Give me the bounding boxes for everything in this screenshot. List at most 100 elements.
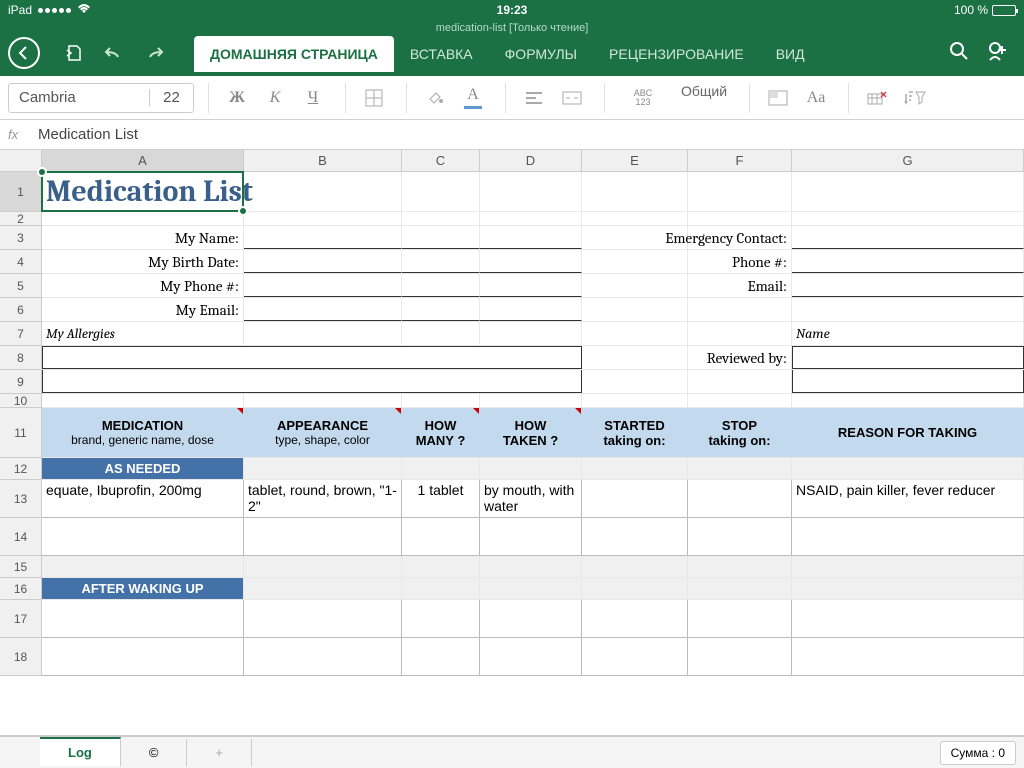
col-header-b[interactable]: B — [244, 150, 402, 171]
number-format-label[interactable]: Общий — [673, 83, 735, 113]
italic-button[interactable]: К — [257, 83, 293, 113]
tab-view[interactable]: ВИД — [760, 36, 821, 72]
sheet-tab-copyright[interactable]: © — [121, 739, 188, 766]
number-format-icon[interactable]: ABC123 — [615, 83, 671, 113]
col-header-c[interactable]: C — [402, 150, 480, 171]
th-howtaken[interactable]: HOWTAKEN ? — [480, 408, 582, 457]
cell-reason[interactable]: NSAID, pain killer, fever reducer — [792, 480, 1024, 517]
label-reviewed[interactable]: Reviewed by: — [688, 346, 792, 369]
row-header-10[interactable]: 10 — [0, 394, 42, 408]
cell-taken[interactable]: by mouth, with water — [480, 480, 582, 517]
th-reason[interactable]: REASON FOR TAKING — [792, 408, 1024, 457]
borders-button[interactable] — [356, 83, 392, 113]
label-emergency[interactable]: Emergency Contact: — [688, 226, 792, 249]
align-button[interactable] — [516, 83, 552, 113]
label-birth[interactable]: My Birth Date: — [42, 250, 244, 273]
row-header-15[interactable]: 15 — [0, 556, 42, 578]
cell-a1[interactable]: Medication List — [42, 172, 244, 211]
col-header-d[interactable]: D — [480, 150, 582, 171]
cell-g1[interactable] — [792, 172, 1024, 211]
underline-button[interactable]: Ч — [295, 83, 331, 113]
row-header-18[interactable]: 18 — [0, 638, 42, 676]
cell-f1[interactable] — [688, 172, 792, 211]
comment-indicator-icon — [237, 408, 243, 414]
label-phone[interactable]: My Phone #: — [42, 274, 244, 297]
file-icon[interactable] — [60, 39, 88, 67]
back-button[interactable] — [8, 37, 40, 69]
font-name[interactable]: Cambria — [9, 89, 149, 106]
sum-display[interactable]: Сумма : 0 — [940, 741, 1016, 765]
row-header-6[interactable]: 6 — [0, 298, 42, 322]
cell-many[interactable]: 1 tablet — [402, 480, 480, 517]
th-appearance[interactable]: APPEARANCEtype, shape, color — [244, 408, 402, 457]
bold-button[interactable]: Ж — [219, 83, 255, 113]
fx-label: fx — [8, 127, 38, 142]
cell-c1[interactable] — [402, 172, 480, 211]
row-header-11[interactable]: 11 — [0, 408, 42, 458]
th-howmany[interactable]: HOWMANY ? — [402, 408, 480, 457]
col-header-a[interactable]: A — [42, 150, 244, 171]
cell-app[interactable]: tablet, round, brown, "1-2" — [244, 480, 402, 517]
undo-button[interactable] — [100, 39, 128, 67]
select-all-corner[interactable] — [0, 150, 42, 171]
formula-bar[interactable]: fx Medication List — [0, 120, 1024, 150]
th-started[interactable]: STARTEDtaking on: — [582, 408, 688, 457]
insert-delete-button[interactable] — [859, 83, 895, 113]
tab-formulas[interactable]: ФОРМУЛЫ — [489, 36, 593, 72]
comment-indicator-icon — [473, 408, 479, 414]
device-label: iPad — [8, 3, 32, 17]
row-header-13[interactable]: 13 — [0, 480, 42, 518]
cell-e1[interactable] — [582, 172, 688, 211]
cell-d1[interactable] — [480, 172, 582, 211]
row-header-7[interactable]: 7 — [0, 322, 42, 346]
redo-button[interactable] — [140, 39, 168, 67]
sheet-tab-log[interactable]: Log — [40, 737, 121, 766]
label-email[interactable]: My Email: — [42, 298, 244, 321]
label-eemail[interactable]: Email: — [688, 274, 792, 297]
share-icon[interactable] — [986, 40, 1008, 67]
col-header-e[interactable]: E — [582, 150, 688, 171]
comment-indicator-icon — [575, 408, 581, 414]
tab-home[interactable]: ДОМАШНЯЯ СТРАНИЦА — [194, 36, 394, 72]
row-header-16[interactable]: 16 — [0, 578, 42, 600]
sort-filter-button[interactable] — [897, 83, 933, 113]
add-sheet-button[interactable]: + — [187, 739, 252, 766]
row-header-1[interactable]: 1 — [0, 172, 42, 212]
search-icon[interactable] — [948, 40, 970, 67]
label-name[interactable]: My Name: — [42, 226, 244, 249]
row-header-12[interactable]: 12 — [0, 458, 42, 480]
ribbon-tabs: ДОМАШНЯЯ СТРАНИЦА ВСТАВКА ФОРМУЛЫ РЕЦЕНЗ… — [194, 36, 821, 72]
row-header-14[interactable]: 14 — [0, 518, 42, 556]
font-selector[interactable]: Cambria 22 — [8, 83, 194, 113]
font-size[interactable]: 22 — [149, 89, 193, 106]
tab-review[interactable]: РЕЦЕНЗИРОВАНИЕ — [593, 36, 760, 72]
row-header-4[interactable]: 4 — [0, 250, 42, 274]
section-asneeded[interactable]: AS NEEDED — [42, 458, 244, 479]
section-waking[interactable]: AFTER WAKING UP — [42, 578, 244, 599]
fill-color-button[interactable] — [417, 83, 453, 113]
cells-area[interactable]: Medication List My Name: — [42, 172, 1024, 676]
label-namehdr[interactable]: Name — [792, 322, 1024, 345]
row-header-9[interactable]: 9 — [0, 370, 42, 394]
row-header-8[interactable]: 8 — [0, 346, 42, 370]
app-header: medication-list [Только чтение] ДОМАШНЯЯ… — [0, 20, 1024, 76]
font-color-button[interactable]: А — [455, 83, 491, 113]
label-ephone[interactable]: Phone #: — [688, 250, 792, 273]
col-header-f[interactable]: F — [688, 150, 792, 171]
merge-button[interactable] — [554, 83, 590, 113]
text-style-button[interactable]: Aa — [798, 83, 834, 113]
cell-med[interactable]: equate, Ibuprofin, 200mg — [42, 480, 244, 517]
fx-content: Medication List — [38, 126, 138, 143]
col-header-g[interactable]: G — [792, 150, 1024, 171]
tab-insert[interactable]: ВСТАВКА — [394, 36, 489, 72]
row-header-3[interactable]: 3 — [0, 226, 42, 250]
row-header-5[interactable]: 5 — [0, 274, 42, 298]
th-medication[interactable]: MEDICATIONbrand, generic name, dose — [42, 408, 244, 457]
spreadsheet[interactable]: A B C D E F G 1 2 3 4 5 6 7 8 9 10 11 12… — [0, 150, 1024, 720]
row-header-17[interactable]: 17 — [0, 600, 42, 638]
cell-styles-button[interactable] — [760, 83, 796, 113]
row-header-2[interactable]: 2 — [0, 212, 42, 226]
cell-b1[interactable] — [244, 172, 402, 211]
th-stop[interactable]: STOPtaking on: — [688, 408, 792, 457]
label-allergies[interactable]: My Allergies — [42, 322, 244, 345]
